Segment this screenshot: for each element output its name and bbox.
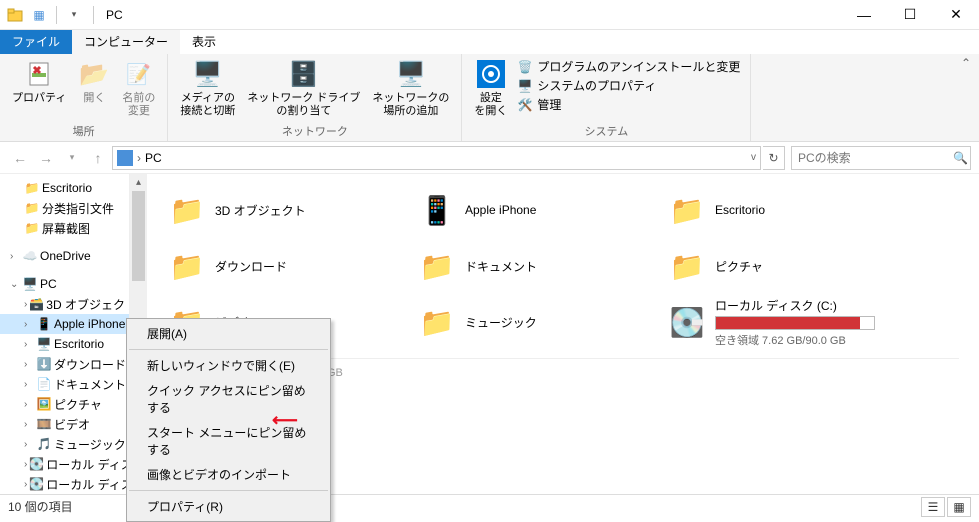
ribbon-open[interactable]: 📂 開く (72, 56, 116, 107)
ribbon-media[interactable]: 🖥️ メディアの 接続と切断 (174, 56, 241, 120)
search-box[interactable]: 🔍 (791, 146, 971, 170)
nav-diskc[interactable]: ›💽ローカル ディスク (C:) (0, 454, 129, 474)
disk-usage-bar (715, 316, 875, 330)
properties-icon[interactable]: ▦ (28, 4, 50, 26)
nav-up-button[interactable]: ↑ (86, 146, 110, 170)
nav-music[interactable]: ›🎵ミュージック (0, 434, 129, 454)
ribbon-group-location: プロパティ 📂 開く 📝 名前の 変更 場所 (0, 54, 168, 141)
nav-videos[interactable]: ›🎞️ビデオ (0, 414, 129, 434)
nav-documents[interactable]: ›📄ドキュメント (0, 374, 129, 394)
ribbon-manage[interactable]: 🛠️管理 (517, 96, 740, 113)
close-button[interactable]: ✕ (933, 0, 979, 30)
ctx-import[interactable]: 画像とビデオのインポート (127, 462, 330, 487)
item-documents[interactable]: 📁ドキュメント (417, 242, 627, 290)
ribbon-uninstall[interactable]: 🗑️プログラムのアンインストールと変更 (517, 58, 740, 75)
nav-iphone[interactable]: ›📱Apple iPhone (0, 314, 129, 334)
ctx-new-window[interactable]: 新しいウィンドウで開く(E) (127, 353, 330, 378)
ribbon-add-location[interactable]: 🖥️ ネットワークの 場所の追加 (366, 56, 455, 120)
maximize-button[interactable]: ☐ (887, 0, 933, 30)
ribbon-collapse-icon[interactable]: ⌃ (961, 56, 971, 70)
tab-file[interactable]: ファイル (0, 30, 72, 54)
quick-access-toolbar: ▦ ▾ (0, 4, 89, 26)
ribbon-group-system: 設定 を開く 🗑️プログラムのアンインストールと変更 🖥️システムのプロパティ … (462, 54, 751, 141)
item-music[interactable]: 📁ミュージック (417, 298, 627, 346)
nav-onedrive[interactable]: ›☁️OneDrive (0, 246, 129, 266)
view-details-button[interactable]: ☰ (921, 497, 945, 517)
scroll-thumb[interactable] (132, 191, 145, 281)
pc-icon (117, 150, 133, 166)
ribbon-tabs: ファイル コンピューター 表示 (0, 30, 979, 54)
nav-pc[interactable]: ⌄🖥️PC (0, 274, 129, 294)
breadcrumb-label: PC (145, 151, 162, 165)
nav-escritorio-top[interactable]: 📁Escritorio (0, 178, 129, 198)
tab-computer[interactable]: コンピューター (72, 30, 180, 54)
address-bar: ← → ▾ ↑ › PC v ↻ 🔍 (0, 142, 979, 174)
item-pictures[interactable]: 📁ピクチャ (667, 242, 877, 290)
item-escritorio[interactable]: 📁Escritorio (667, 186, 877, 234)
nav-forward-button[interactable]: → (34, 146, 58, 170)
nav-back-button[interactable]: ← (8, 146, 32, 170)
ribbon-group-network: 🖥️ メディアの 接続と切断 🗄️ ネットワーク ドライブ の割り当て 🖥️ ネ… (168, 54, 462, 141)
nav-guide[interactable]: 📁分类指引文件 (0, 198, 129, 218)
ribbon-properties[interactable]: プロパティ (6, 56, 72, 107)
ribbon-map-drive[interactable]: 🗄️ ネットワーク ドライブ の割り当て (241, 56, 366, 120)
item-downloads[interactable]: 📁ダウンロード (167, 242, 377, 290)
ctx-properties[interactable]: プロパティ(R) (127, 494, 330, 519)
tab-view[interactable]: 表示 (180, 30, 228, 54)
breadcrumb-dropdown-icon[interactable]: v (751, 152, 756, 163)
search-icon: 🔍 (953, 151, 968, 165)
ctx-pin-start[interactable]: スタート メニューにピン留めする (127, 420, 330, 462)
nav-screenshot[interactable]: 📁屏幕截图 (0, 218, 129, 238)
window-title: PC (106, 8, 123, 22)
ribbon-rename[interactable]: 📝 名前の 変更 (116, 56, 161, 120)
ctx-pin-quick[interactable]: クイック アクセスにピン留めする (127, 378, 330, 420)
titlebar: ▦ ▾ PC — ☐ ✕ (0, 0, 979, 30)
refresh-button[interactable]: ↻ (763, 146, 785, 170)
nav-pictures[interactable]: ›🖼️ピクチャ (0, 394, 129, 414)
scroll-up-icon[interactable]: ▴ (130, 174, 147, 191)
nav-3d[interactable]: ›🗃️3D オブジェクト (0, 294, 129, 314)
window-controls: — ☐ ✕ (841, 0, 979, 30)
ribbon-settings[interactable]: 設定 を開く (468, 56, 513, 120)
breadcrumb[interactable]: › PC v (112, 146, 761, 170)
nav-downloads[interactable]: ›⬇️ダウンロード (0, 354, 129, 374)
folder-icon[interactable] (4, 4, 26, 26)
context-menu: 展開(A) 新しいウィンドウで開く(E) クイック アクセスにピン留めする スタ… (126, 318, 331, 522)
qat-dropdown-icon[interactable]: ▾ (63, 4, 85, 26)
ctx-expand[interactable]: 展開(A) (127, 321, 330, 346)
nav-escritorio[interactable]: ›🖥️Escritorio (0, 334, 129, 354)
view-icons-button[interactable]: ▦ (947, 497, 971, 517)
ribbon: プロパティ 📂 開く 📝 名前の 変更 場所 🖥️ メディアの 接続と切断 🗄️… (0, 54, 979, 142)
navigation-pane: 📁Escritorio 📁分类指引文件 📁屏幕截图 ›☁️OneDrive ⌄🖥… (0, 174, 130, 494)
search-input[interactable] (798, 151, 953, 165)
item-3d[interactable]: 📁3D オブジェクト (167, 186, 377, 234)
item-iphone[interactable]: 📱Apple iPhone (417, 186, 627, 234)
status-count: 10 個の項目 (8, 498, 73, 515)
minimize-button[interactable]: — (841, 0, 887, 30)
ribbon-sysprops[interactable]: 🖥️システムのプロパティ (517, 77, 740, 94)
item-diskc[interactable]: 💽 ローカル ディスク (C:) 空き領域 7.62 GB/90.0 GB (667, 298, 877, 346)
nav-history-button[interactable]: ▾ (60, 146, 84, 170)
nav-diskd[interactable]: ›💽ローカル ディスク (D (0, 474, 129, 494)
